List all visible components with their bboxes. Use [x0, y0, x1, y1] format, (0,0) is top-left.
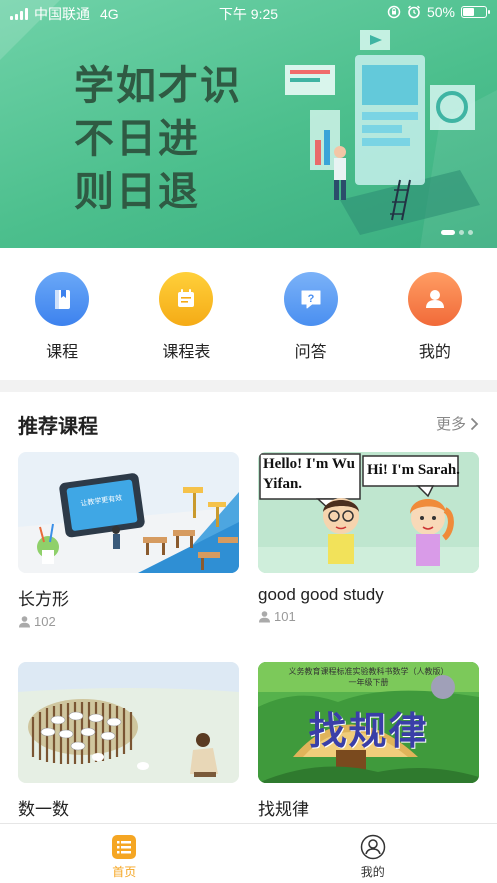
profile-icon: [360, 834, 385, 860]
person-icon: [259, 611, 270, 623]
course-meta: 102: [18, 614, 239, 629]
more-label: 更多: [435, 416, 466, 433]
slogan-line: 不日进: [74, 117, 200, 161]
quick-nav: 课程 课程表 ? 问答 我的: [0, 248, 497, 380]
svg-text:?: ?: [307, 293, 314, 305]
tab-label: 我的: [360, 865, 385, 879]
slogan-line: 学如才识: [74, 64, 242, 108]
tab-label: 首页: [112, 865, 137, 879]
person-icon: [19, 616, 30, 628]
section-title: 推荐课程: [18, 416, 98, 438]
carousel-dot[interactable]: [468, 230, 473, 235]
tab-profile[interactable]: 我的: [249, 824, 497, 883]
slogan-line: 则日退: [74, 170, 200, 214]
course-thumbnail: 让教学更有效: [18, 452, 239, 573]
status-bar: 中国联通 4G 下午 9:25 50%: [0, 0, 497, 26]
nav-circle: [407, 272, 462, 326]
nav-schedule[interactable]: 课程表: [124, 248, 248, 380]
course-card[interactable]: 义务教育课程标准实验教科书数学（人教版） 一年级下册 找规律 找规律: [258, 662, 479, 820]
course-card[interactable]: Hello! I'm Wu Yifan. Hi! I'm Sarah. good…: [258, 452, 479, 624]
nav-circle: [159, 272, 214, 326]
nav-label: 课程: [46, 344, 79, 361]
chevron-right-icon: [470, 417, 479, 430]
nav-profile[interactable]: 我的: [373, 248, 497, 380]
course-thumbnail: [18, 662, 239, 783]
recommended-section: 推荐课程 更多 让教学更有效 长方形 102 Hello! I'm Wu Yif…: [0, 392, 497, 823]
question-icon: ?: [301, 290, 321, 309]
speech-bubble-right: Hi! I'm Sarah.: [367, 462, 460, 478]
course-title: good good study: [258, 585, 384, 604]
course-card[interactable]: 让教学更有效 长方形 102: [18, 452, 239, 629]
book-icon: [55, 290, 71, 309]
banner-carousel[interactable]: 学如才识 不日进 则日退: [0, 0, 497, 248]
book-series-text: 义务教育课程标准实验教科书数学（人教版）: [288, 667, 449, 676]
course-thumbnail: 义务教育课程标准实验教科书数学（人教版） 一年级下册 找规律: [258, 662, 479, 783]
battery-percent: 50%: [426, 4, 455, 20]
course-title: 找规律: [258, 800, 309, 819]
banner-slogan: 学如才识 不日进 则日退: [74, 60, 242, 219]
course-title: 数一数: [18, 800, 69, 819]
home-icon: [112, 835, 137, 859]
enrollment-count: 102: [34, 614, 56, 629]
schedule-icon: [178, 289, 195, 307]
course-thumbnail: Hello! I'm Wu Yifan. Hi! I'm Sarah.: [258, 452, 479, 573]
course-card[interactable]: 数一数: [18, 662, 239, 820]
nav-circle: ?: [283, 272, 338, 326]
course-meta: 101: [258, 609, 479, 624]
tab-home[interactable]: 首页: [0, 824, 249, 883]
carousel-dot[interactable]: [459, 230, 464, 235]
nav-circle: [35, 272, 90, 326]
more-link[interactable]: 更多: [436, 413, 479, 434]
section-header: 推荐课程 更多: [0, 392, 497, 450]
tab-bar: 首页 我的: [0, 823, 497, 883]
alarm-icon: [407, 5, 420, 19]
nav-course[interactable]: 课程: [0, 248, 124, 380]
nav-label: 问答: [294, 344, 327, 361]
nav-label: 我的: [418, 344, 451, 361]
book-grade-text: 一年级下册: [348, 678, 389, 687]
nav-label: 课程表: [162, 344, 211, 361]
enrollment-count: 101: [274, 609, 296, 624]
course-title: 长方形: [18, 590, 69, 609]
screen-lock-icon: [387, 5, 401, 19]
carousel-dot[interactable]: [441, 230, 455, 235]
carousel-indicator[interactable]: [441, 230, 473, 235]
nav-qa[interactable]: ? 问答: [249, 248, 373, 380]
thumbnail-title: 找规律: [308, 711, 429, 753]
user-icon: [425, 290, 444, 308]
battery-icon: [461, 6, 490, 18]
speech-bubble-left: Hello! I'm Wu Yifan.: [263, 456, 355, 492]
